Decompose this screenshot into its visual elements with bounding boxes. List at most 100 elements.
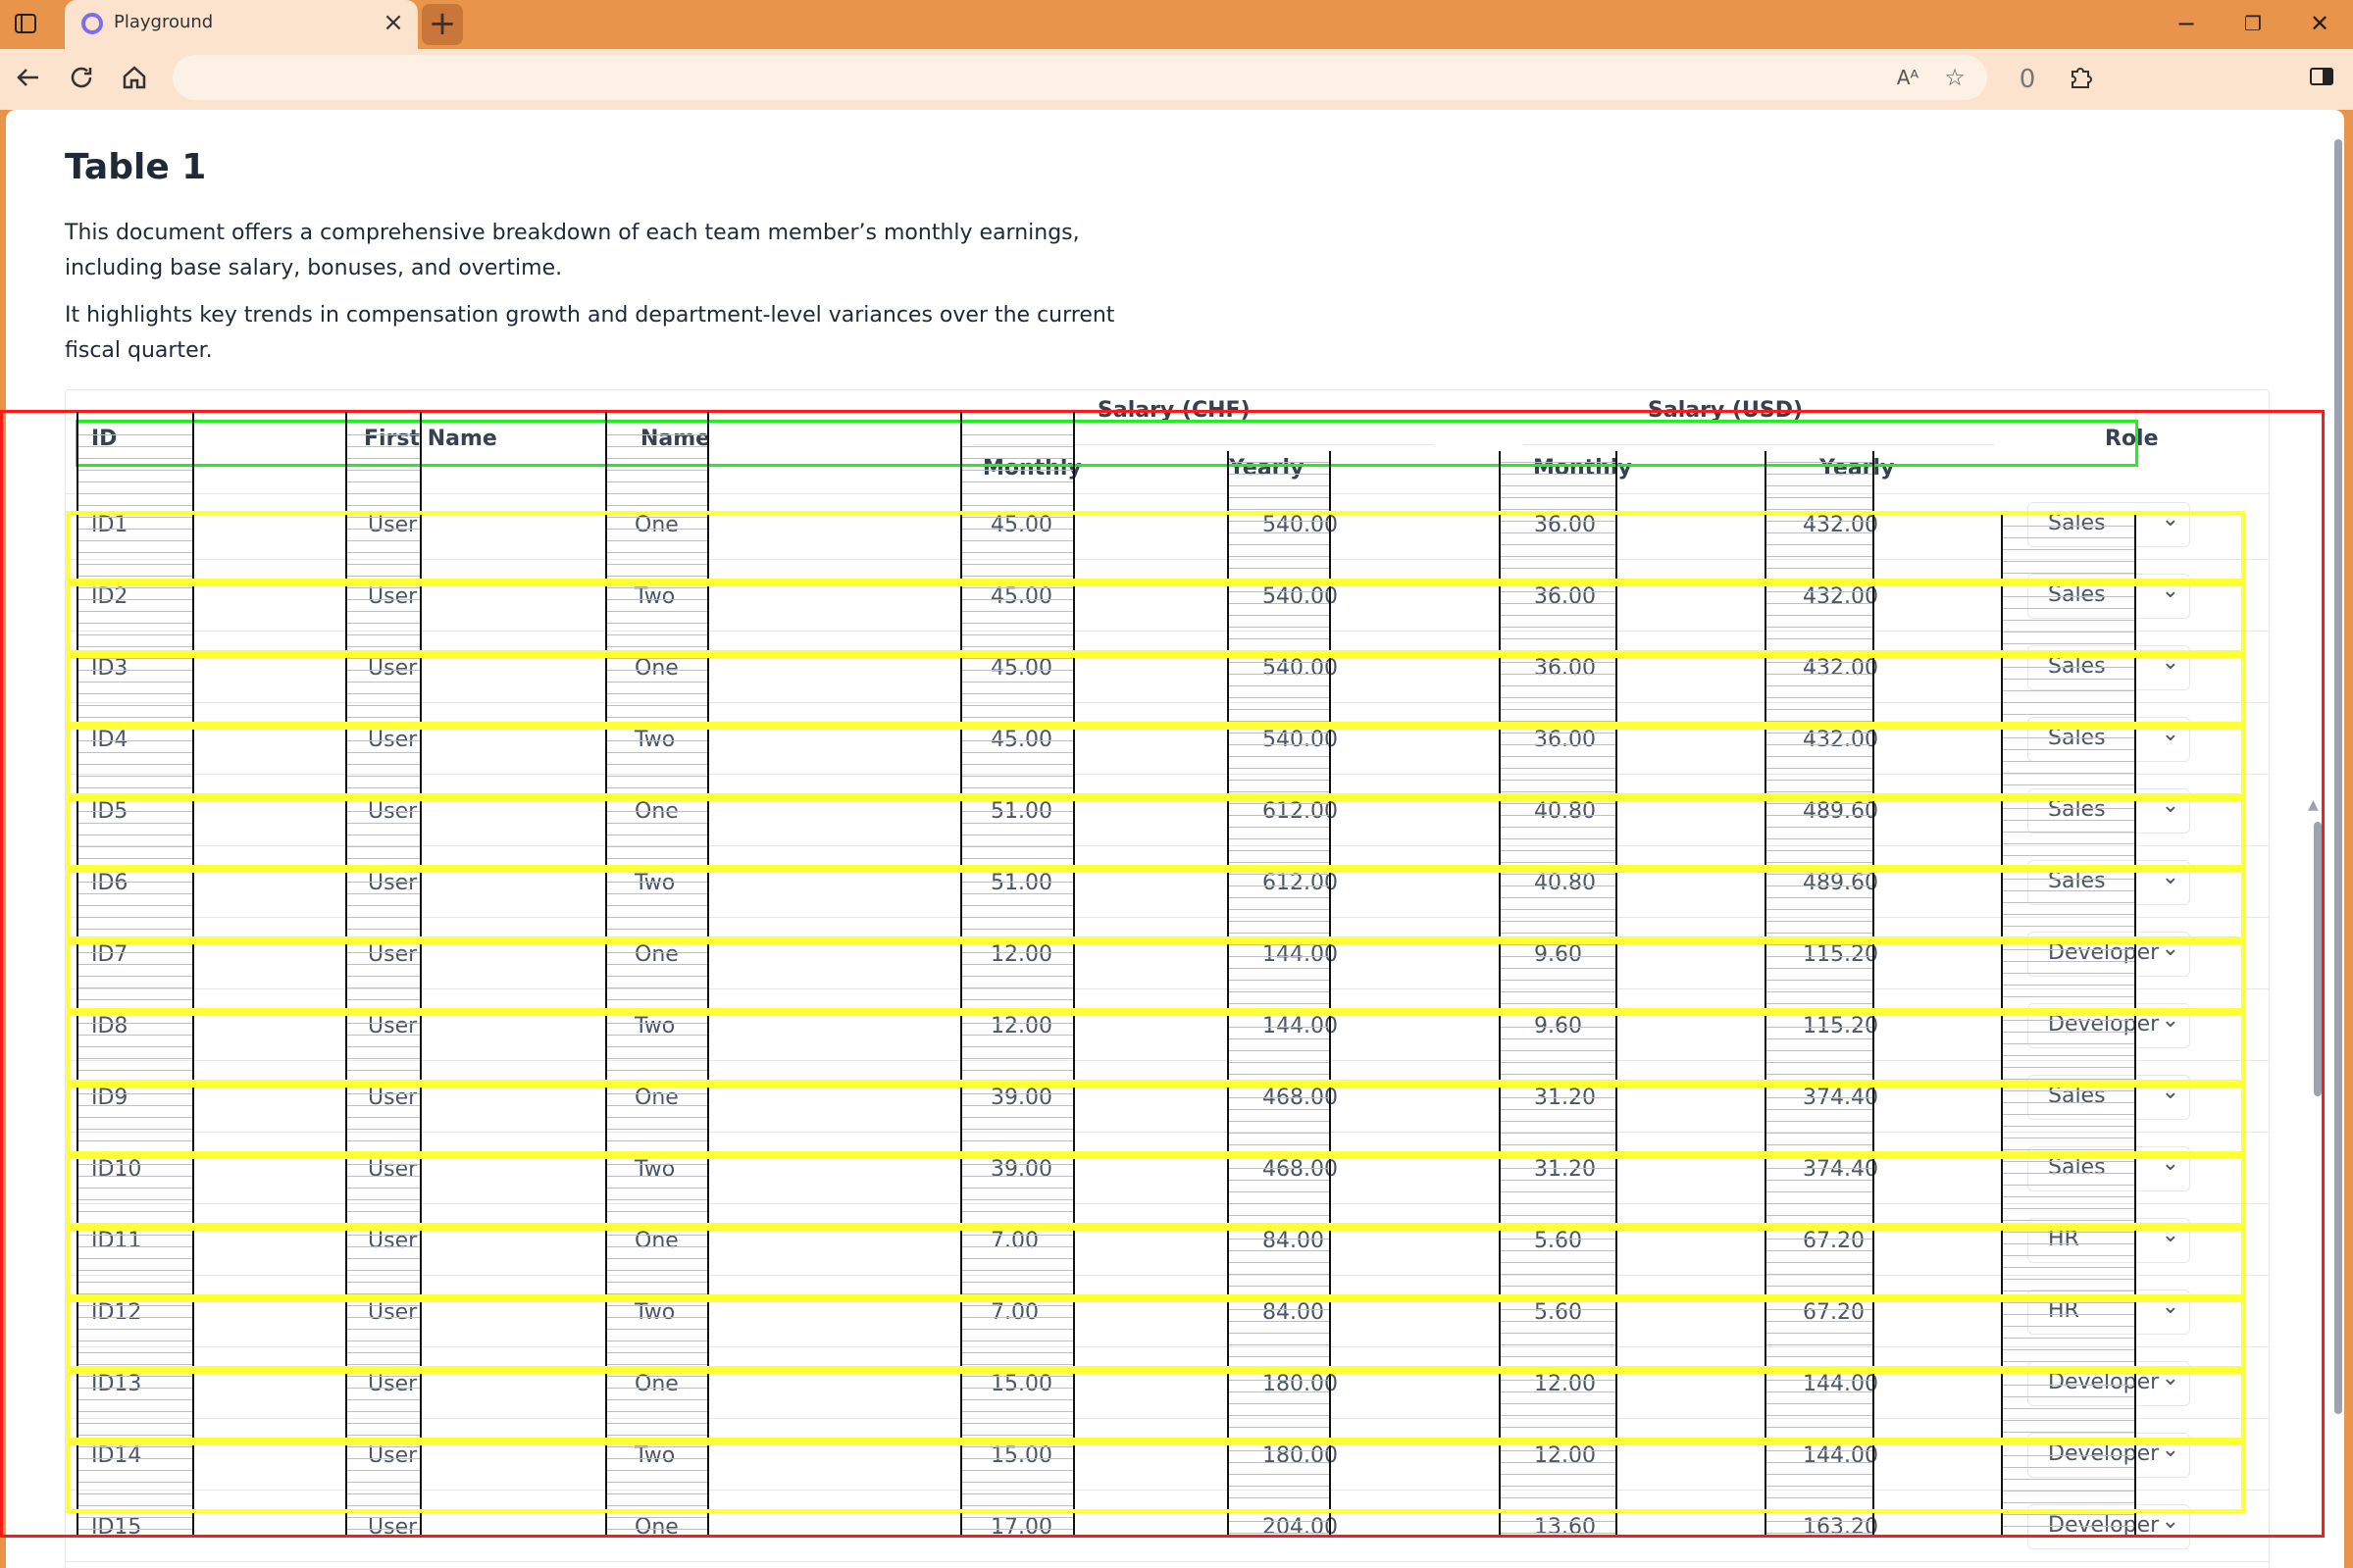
back-icon[interactable]: [12, 63, 45, 96]
cell-first-name: User: [368, 656, 418, 681]
cell-first-name: User: [368, 1086, 418, 1110]
header-salary-chf: Salary (CHF): [1098, 398, 1251, 423]
chevron-down-icon: ⌄: [2161, 650, 2179, 675]
header-name[interactable]: Name: [640, 427, 710, 451]
chevron-down-icon: ⌄: [2161, 936, 2179, 961]
cell-chf-yearly: 540.00: [1262, 513, 1338, 537]
cell-usd-yearly: 374.40: [1803, 1086, 1878, 1110]
favorites-star-icon[interactable]: ☆: [1938, 61, 1971, 94]
cell-usd-yearly: 115.20: [1803, 1014, 1878, 1038]
new-tab-button[interactable]: +: [422, 4, 463, 45]
minimize-button[interactable]: −: [2162, 6, 2211, 41]
role-select[interactable]: Sales ⌄: [2027, 717, 2190, 762]
navigation-bar: Aᴬ ☆ 0: [0, 49, 2353, 110]
cell-usd-yearly: 432.00: [1803, 513, 1878, 537]
scroll-up-icon[interactable]: ▲: [2308, 797, 2319, 813]
address-bar[interactable]: Aᴬ ☆: [173, 55, 1987, 100]
role-select[interactable]: Sales ⌄: [2027, 574, 2190, 619]
cell-chf-monthly: 51.00: [991, 799, 1052, 824]
role-select-value: Sales: [2048, 869, 2106, 893]
close-window-button[interactable]: ✕: [2295, 6, 2344, 41]
playground-favicon-icon: [80, 12, 104, 35]
cell-name: One: [635, 799, 679, 824]
salary-table: ID First Name Name Salary (CHF) Salary (…: [65, 389, 2322, 1568]
row-divider: [66, 988, 2269, 989]
header-usd-monthly[interactable]: Monthly: [1533, 456, 1632, 481]
cell-chf-monthly: 45.00: [991, 584, 1052, 609]
role-select-value: Developer: [2048, 1370, 2160, 1394]
role-select[interactable]: Developer ⌄: [2027, 1003, 2190, 1048]
cell-first-name: User: [368, 513, 418, 537]
row-divider: [66, 559, 2269, 560]
table-scrollbar-thumb[interactable]: [2314, 822, 2322, 1096]
extensions-icon[interactable]: [2064, 63, 2097, 96]
role-select[interactable]: Sales ⌄: [2027, 1075, 2190, 1120]
row-divider: [66, 631, 2269, 632]
chevron-down-icon: ⌄: [2161, 1223, 2179, 1247]
chevron-down-icon: ⌄: [2161, 1080, 2179, 1104]
role-select-value: Sales: [2048, 797, 2106, 822]
header-divider: [66, 493, 2269, 494]
role-select-value: Sales: [2048, 726, 2106, 750]
role-select[interactable]: Sales ⌄: [2027, 645, 2190, 690]
cell-chf-yearly: 540.00: [1262, 728, 1338, 752]
row-divider: [66, 917, 2269, 918]
title-bar: Playground × + − ❐ ✕: [0, 0, 2353, 49]
role-select-value: Developer: [2048, 940, 2160, 965]
header-chf-yearly[interactable]: Yearly: [1229, 456, 1304, 481]
role-select[interactable]: Sales ⌄: [2027, 502, 2190, 547]
cell-first-name: User: [368, 1443, 418, 1468]
row-divider: [66, 1561, 2269, 1562]
read-aloud-icon[interactable]: Aᴬ: [1891, 61, 1924, 94]
role-select[interactable]: HR ⌄: [2027, 1290, 2190, 1335]
cell-name: Two: [635, 1014, 676, 1038]
cell-chf-monthly: 45.00: [991, 728, 1052, 752]
tab-title: Playground: [114, 12, 214, 32]
cell-usd-monthly: 36.00: [1534, 513, 1596, 537]
role-select[interactable]: HR ⌄: [2027, 1218, 2190, 1263]
header-id[interactable]: ID: [91, 427, 117, 451]
cell-id: ID7: [91, 942, 128, 967]
cell-usd-monthly: 40.80: [1534, 799, 1596, 824]
role-select-value: Developer: [2048, 1513, 2160, 1538]
split-screen-icon[interactable]: [2305, 63, 2338, 96]
sidebar-toggle-icon[interactable]: [14, 12, 39, 35]
cell-chf-yearly: 204.00: [1262, 1515, 1338, 1540]
tab-close-icon[interactable]: ×: [379, 8, 408, 37]
cell-chf-monthly: 39.00: [991, 1157, 1052, 1182]
cell-chf-monthly: 15.00: [991, 1372, 1052, 1396]
cell-chf-yearly: 612.00: [1262, 799, 1338, 824]
header-first-name[interactable]: First Name: [364, 427, 497, 451]
restore-button[interactable]: ❐: [2228, 6, 2277, 41]
cell-id: ID8: [91, 1014, 128, 1038]
row-divider: [66, 702, 2269, 703]
header-salary-usd: Salary (USD): [1648, 398, 1804, 423]
role-select-value: Sales: [2048, 1084, 2106, 1108]
role-select[interactable]: Developer ⌄: [2027, 1361, 2190, 1406]
page-scrollbar-thumb[interactable]: [2334, 139, 2342, 1414]
role-select[interactable]: Developer ⌄: [2027, 1504, 2190, 1549]
chevron-down-icon: ⌄: [2161, 865, 2179, 889]
header-chf-monthly[interactable]: Monthly: [983, 456, 1082, 481]
cell-id: ID12: [91, 1300, 142, 1325]
home-icon[interactable]: [118, 63, 151, 96]
cell-chf-monthly: 12.00: [991, 1014, 1052, 1038]
cell-first-name: User: [368, 1014, 418, 1038]
page-viewport: Table 1 This document offers a comprehen…: [6, 110, 2344, 1568]
cell-id: ID15: [91, 1515, 142, 1540]
tracking-prevention-icon[interactable]: 0: [2011, 63, 2044, 96]
reload-icon[interactable]: [65, 63, 98, 96]
role-select[interactable]: Sales ⌄: [2027, 1146, 2190, 1191]
role-select[interactable]: Developer ⌄: [2027, 1433, 2190, 1478]
role-select[interactable]: Sales ⌄: [2027, 788, 2190, 834]
header-role[interactable]: Role: [2105, 427, 2159, 451]
cell-chf-monthly: 39.00: [991, 1086, 1052, 1110]
cell-usd-monthly: 9.60: [1534, 1014, 1582, 1038]
role-select[interactable]: Developer ⌄: [2027, 932, 2190, 977]
cell-usd-yearly: 432.00: [1803, 584, 1878, 609]
cell-chf-yearly: 84.00: [1262, 1300, 1324, 1325]
role-select[interactable]: Sales ⌄: [2027, 860, 2190, 905]
tab-playground[interactable]: Playground ×: [65, 0, 418, 49]
chevron-down-icon: ⌄: [2161, 579, 2179, 603]
header-usd-yearly[interactable]: Yearly: [1819, 456, 1894, 481]
